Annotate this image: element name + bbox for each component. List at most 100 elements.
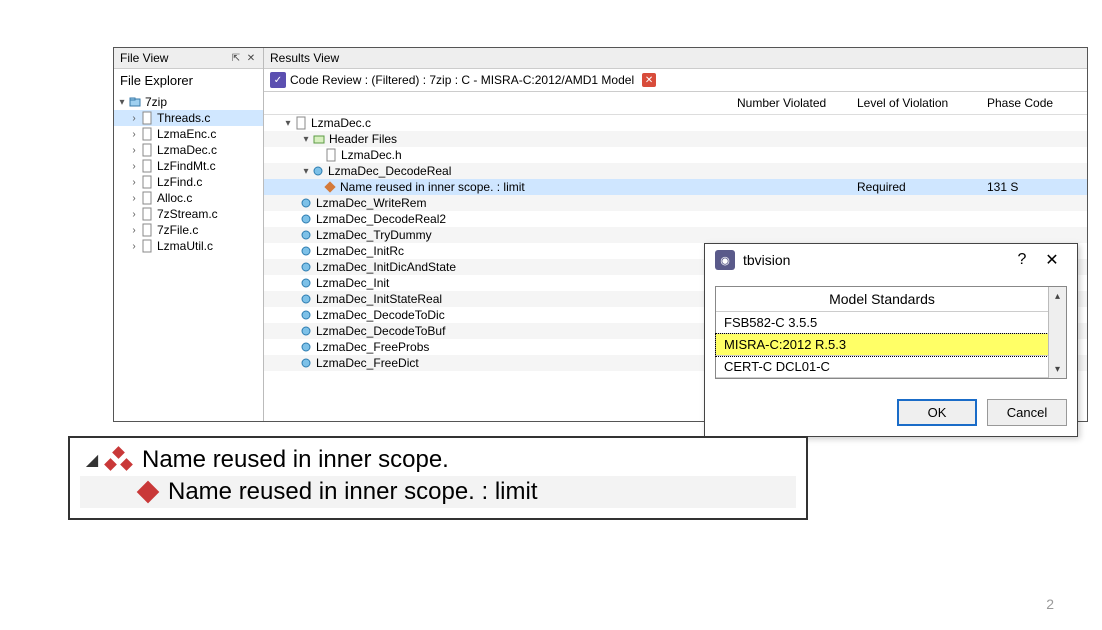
scroll-up-icon[interactable]: ▴ xyxy=(1049,287,1066,305)
chevron-down-icon[interactable]: ▾ xyxy=(282,118,294,129)
file-icon xyxy=(140,239,154,253)
func-label: LzmaDec_InitRc xyxy=(316,244,404,258)
func-label: LzmaDec_TryDummy xyxy=(316,228,432,242)
tab-code-review[interactable]: ✓ Code Review : (Filtered) : 7zip : C - … xyxy=(270,72,656,88)
result-violation-label: Name reused in inner scope. : limit xyxy=(340,180,525,194)
file-icon xyxy=(140,111,154,125)
file-icon xyxy=(140,191,154,205)
app-icon: ◉ xyxy=(715,250,735,270)
function-icon xyxy=(300,197,312,209)
result-function-row[interactable]: LzmaDec_WriteRem xyxy=(264,195,1087,211)
tree-file-label: LzmaEnc.c xyxy=(157,127,216,141)
dialog-body: Model Standards FSB582-C 3.5.5 MISRA-C:2… xyxy=(705,276,1077,389)
result-violation[interactable]: Name reused in inner scope. : limit Requ… xyxy=(264,179,1087,195)
file-icon xyxy=(140,127,154,141)
ok-button[interactable]: OK xyxy=(897,399,977,426)
tree-file[interactable]: › LzFind.c xyxy=(114,174,263,190)
file-icon xyxy=(294,116,308,130)
chevron-down-icon[interactable]: ▾ xyxy=(116,97,128,108)
chevron-right-icon[interactable]: › xyxy=(128,145,140,156)
tree-file-label: Alloc.c xyxy=(157,191,192,205)
function-icon xyxy=(300,293,312,305)
function-icon xyxy=(300,309,312,321)
chevron-right-icon[interactable]: › xyxy=(128,241,140,252)
function-icon xyxy=(300,213,312,225)
result-file-row[interactable]: ▾ LzmaDec.c xyxy=(264,115,1087,131)
file-icon xyxy=(140,175,154,189)
file-view-titlebar: File View ⇱ ✕ xyxy=(114,48,263,69)
help-icon[interactable]: ? xyxy=(1007,251,1037,269)
col-phase-code[interactable]: Phase Code xyxy=(987,96,1087,110)
tree-file[interactable]: › Alloc.c xyxy=(114,190,263,206)
callout-item-label: Name reused in inner scope. : limit xyxy=(168,478,538,506)
listbox-item[interactable]: CERT-C DCL01-C xyxy=(716,356,1048,378)
listbox-item-selected[interactable]: MISRA-C:2012 R.5.3 xyxy=(716,334,1048,356)
dialog-buttons: OK Cancel xyxy=(705,389,1077,436)
func-label: LzmaDec_FreeDict xyxy=(316,356,419,370)
func-label: LzmaDec_DecodeToBuf xyxy=(316,324,445,338)
file-view-panel: File View ⇱ ✕ File Explorer ▾ 7zip › Thr… xyxy=(114,48,264,421)
func-label: LzmaDec_InitStateReal xyxy=(316,292,442,306)
close-panel-icon[interactable]: ✕ xyxy=(245,52,257,64)
function-icon xyxy=(300,357,312,369)
file-icon xyxy=(324,148,338,162)
chevron-right-icon[interactable]: › xyxy=(128,113,140,124)
cancel-button[interactable]: Cancel xyxy=(987,399,1067,426)
tree-file-label: 7zFile.c xyxy=(157,223,198,237)
results-view-titlebar: Results View xyxy=(264,48,1087,69)
close-tab-icon[interactable]: ✕ xyxy=(642,73,656,87)
func-label: LzmaDec_FreeProbs xyxy=(316,340,429,354)
func-label: LzmaDec_Init xyxy=(316,276,389,290)
file-icon xyxy=(140,207,154,221)
tree-file[interactable]: › 7zStream.c xyxy=(114,206,263,222)
tree-file-label: Threads.c xyxy=(157,111,210,125)
model-standards-dialog: ◉ tbvision ? ✕ Model Standards FSB582-C … xyxy=(704,243,1078,437)
tree-file[interactable]: › Threads.c xyxy=(114,110,263,126)
tree-file[interactable]: › LzmaEnc.c xyxy=(114,126,263,142)
result-header-file-label: LzmaDec.h xyxy=(341,148,402,162)
chevron-right-icon[interactable]: › xyxy=(128,161,140,172)
file-tree: ▾ 7zip › Threads.c › LzmaEnc.c › LzmaDec… xyxy=(114,92,263,256)
callout-item-row[interactable]: Name reused in inner scope. : limit xyxy=(80,476,796,508)
chevron-right-icon[interactable]: › xyxy=(128,177,140,188)
scroll-down-icon[interactable]: ▾ xyxy=(1049,360,1066,378)
violation-icon xyxy=(137,481,160,504)
result-header-file[interactable]: LzmaDec.h xyxy=(264,147,1087,163)
callout-group-row[interactable]: ◢ Name reused in inner scope. xyxy=(80,444,796,476)
scrollbar[interactable]: ▴ ▾ xyxy=(1048,287,1066,378)
col-number-violated[interactable]: Number Violated xyxy=(737,96,857,110)
chevron-right-icon[interactable]: › xyxy=(128,209,140,220)
function-icon xyxy=(300,261,312,273)
tree-file[interactable]: › 7zFile.c xyxy=(114,222,263,238)
callout-group-label: Name reused in inner scope. xyxy=(142,446,449,474)
result-function-row[interactable]: LzmaDec_TryDummy xyxy=(264,227,1087,243)
chevron-right-icon[interactable]: › xyxy=(128,129,140,140)
result-file-label: LzmaDec.c xyxy=(311,116,371,130)
tree-file[interactable]: › LzmaDec.c xyxy=(114,142,263,158)
col-level-violation[interactable]: Level of Violation xyxy=(857,96,987,110)
result-function-row[interactable]: LzmaDec_DecodeReal2 xyxy=(264,211,1087,227)
collapse-icon[interactable]: ◢ xyxy=(80,450,104,470)
pin-icon[interactable]: ⇱ xyxy=(230,52,242,64)
file-icon xyxy=(140,159,154,173)
listbox-item[interactable]: FSB582-C 3.5.5 xyxy=(716,312,1048,334)
file-explorer-header: File Explorer xyxy=(114,69,263,92)
folder-icon xyxy=(128,95,142,109)
chevron-down-icon[interactable]: ▾ xyxy=(300,134,312,145)
chevron-right-icon[interactable]: › xyxy=(128,225,140,236)
tree-project-root[interactable]: ▾ 7zip xyxy=(114,94,263,110)
page-number: 2 xyxy=(1046,596,1054,612)
result-function[interactable]: ▾ LzmaDec_DecodeReal xyxy=(264,163,1087,179)
tree-root-label: 7zip xyxy=(145,95,167,109)
chevron-down-icon[interactable]: ▾ xyxy=(300,166,312,177)
tree-file-label: LzmaDec.c xyxy=(157,143,217,157)
close-icon[interactable]: ✕ xyxy=(1037,250,1067,270)
file-icon xyxy=(140,223,154,237)
tree-file[interactable]: › LzFindMt.c xyxy=(114,158,263,174)
file-icon xyxy=(140,143,154,157)
function-icon xyxy=(300,277,312,289)
model-standards-listbox[interactable]: Model Standards FSB582-C 3.5.5 MISRA-C:2… xyxy=(716,287,1048,378)
chevron-right-icon[interactable]: › xyxy=(128,193,140,204)
result-header-group[interactable]: ▾ Header Files xyxy=(264,131,1087,147)
tree-file[interactable]: › LzmaUtil.c xyxy=(114,238,263,254)
